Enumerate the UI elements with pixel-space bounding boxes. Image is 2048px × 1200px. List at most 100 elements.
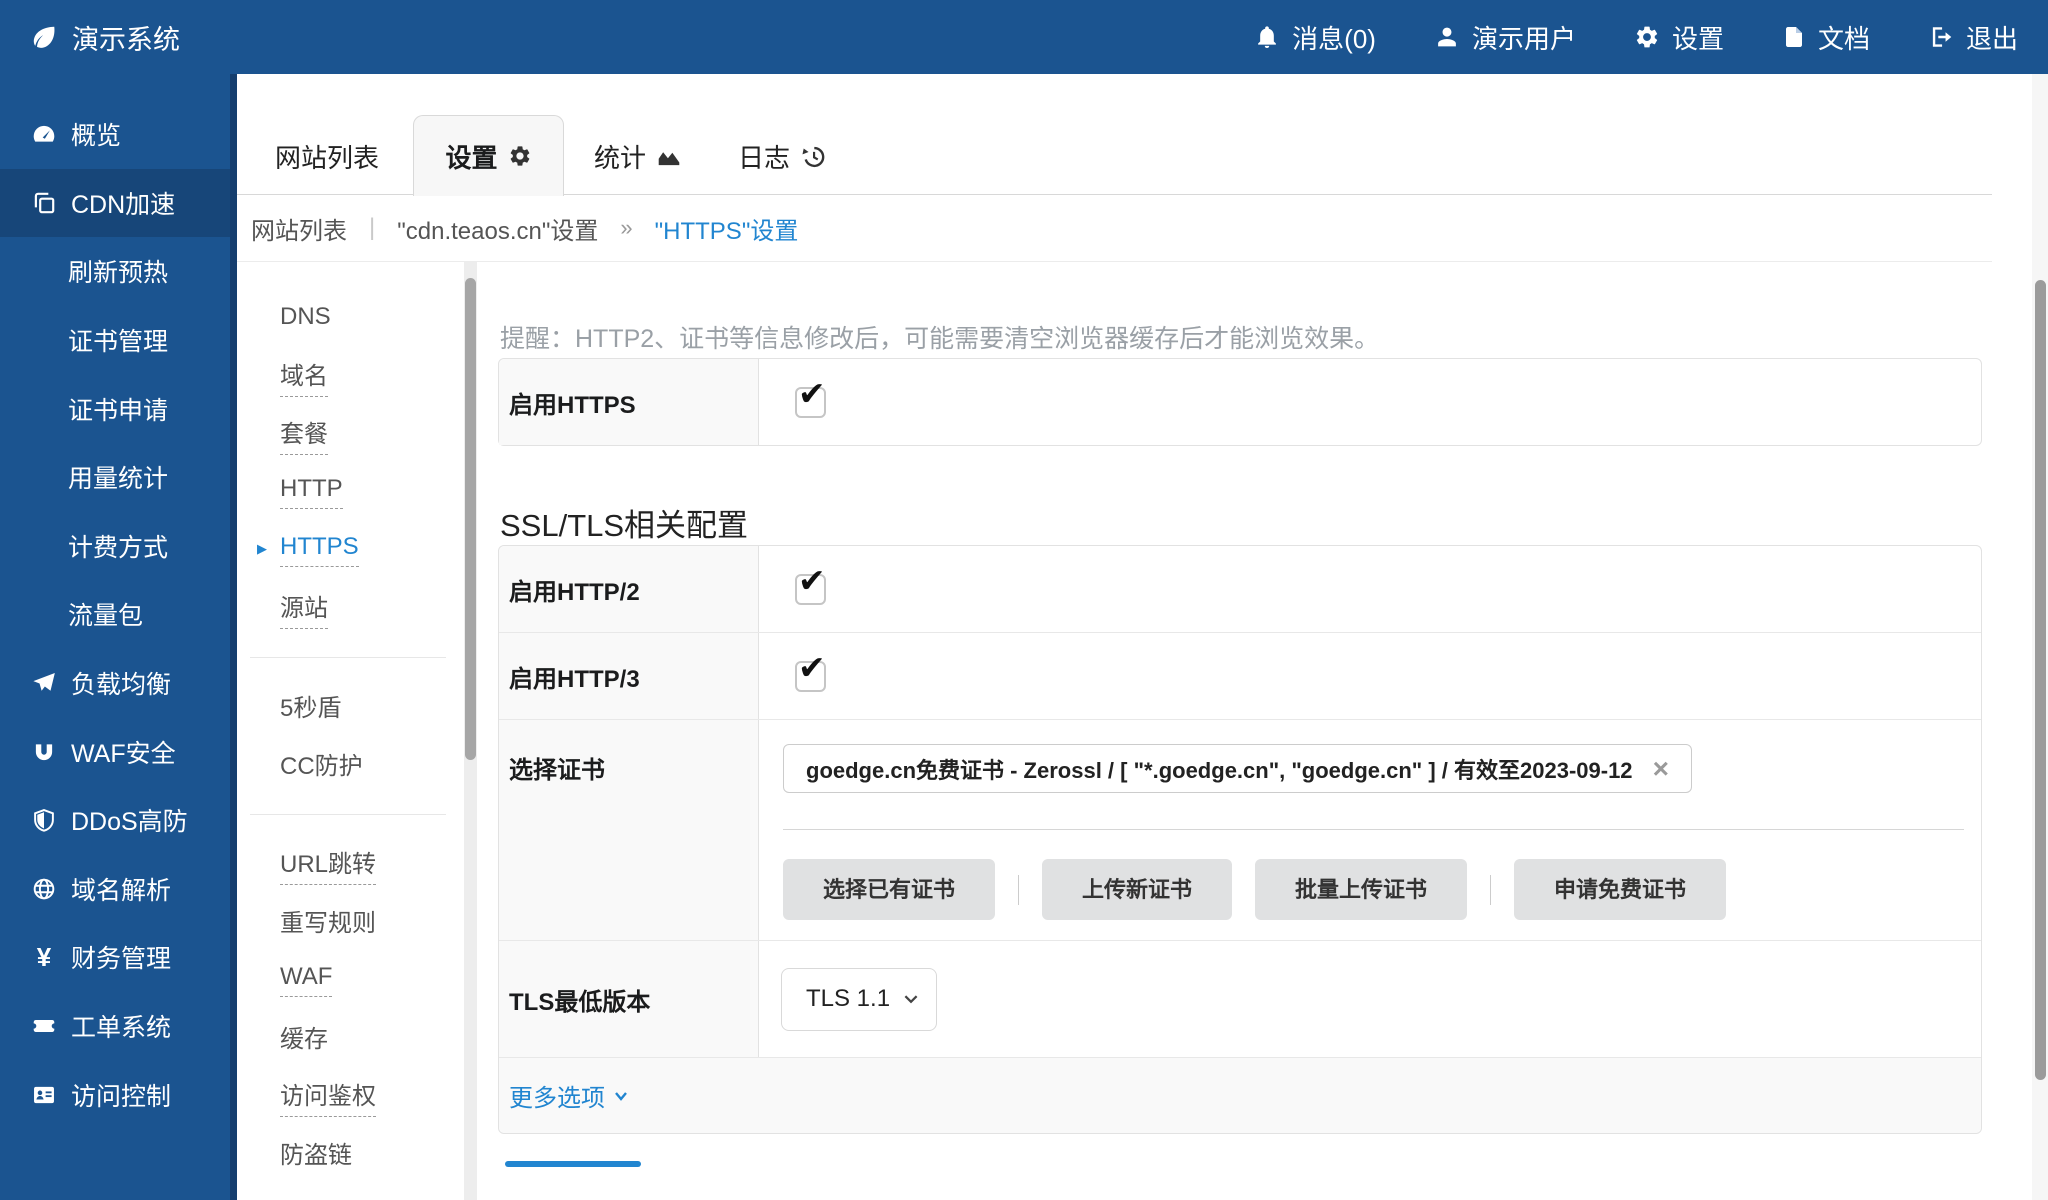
menu-item-label: 访问鉴权	[280, 1076, 376, 1117]
sidebar-item-label: 负载均衡	[71, 665, 171, 701]
form-row-more-options: 更多选项	[499, 1058, 1981, 1133]
menu-item-5s-shield[interactable]: 5秒盾	[237, 678, 463, 736]
brand-logo[interactable]: 演示系统	[0, 18, 180, 57]
form-row-tls-version: TLS最低版本 TLS 1.1	[499, 941, 1981, 1058]
form-row-enable-https: 启用HTTPS ✔	[499, 359, 1981, 445]
sidebar-item-cdn[interactable]: CDN加速	[0, 169, 230, 238]
menu-item-http[interactable]: HTTP	[237, 463, 463, 521]
gauge-icon	[30, 121, 58, 147]
menu-item-dns[interactable]: DNS	[237, 289, 463, 347]
sidebar-item-dns-resolve[interactable]: 域名解析	[0, 855, 230, 924]
nav-docs[interactable]: 文档	[1782, 19, 1870, 56]
menu-item-label: URL跳转	[280, 844, 376, 885]
enable-http2-checkbox[interactable]: ✔	[795, 574, 826, 605]
breadcrumb-divider	[237, 261, 1992, 262]
sidebar-nav: 概览 CDN加速 刷新预热 证书管理 证书申请 用量统计 计费方式 流量包 负载…	[0, 100, 230, 1129]
sidebar-item-load-balancer[interactable]: 负载均衡	[0, 649, 230, 718]
row-label: 选择证书	[499, 720, 759, 940]
nav-logout[interactable]: 退出	[1928, 19, 2018, 56]
menu-item-hotlink-protect[interactable]: 防盗链	[237, 1125, 463, 1183]
tab-settings[interactable]: 设置	[413, 115, 564, 196]
tab-stats[interactable]: 统计	[594, 138, 682, 175]
yen-icon: ¥	[30, 944, 58, 970]
sidebar: 概览 CDN加速 刷新预热 证书管理 证书申请 用量统计 计费方式 流量包 负载…	[0, 74, 237, 1200]
tab-logs[interactable]: 日志	[738, 138, 826, 175]
chevron-down-icon	[902, 990, 920, 1008]
menu-item-origin[interactable]: 源站	[237, 579, 463, 637]
sidebar-item-label: 流量包	[68, 596, 143, 632]
sidebar-item-label: 刷新预热	[68, 253, 168, 289]
menu-divider	[250, 657, 446, 658]
leaf-icon	[30, 23, 58, 51]
menu-scrollbar-thumb[interactable]	[465, 278, 476, 760]
sidebar-item-overview[interactable]: 概览	[0, 100, 230, 169]
active-caret-icon: ▶	[257, 542, 267, 557]
enable-http3-checkbox[interactable]: ✔	[795, 661, 826, 692]
menu-item-plan[interactable]: 套餐	[237, 405, 463, 463]
select-existing-cert-button[interactable]: 选择已有证书	[783, 859, 995, 920]
menu-item-url-redirect[interactable]: URL跳转	[237, 835, 463, 893]
tab-label: 统计	[594, 138, 646, 175]
menu-item-domain[interactable]: 域名	[237, 347, 463, 405]
sidebar-item-usage-stats[interactable]: 用量统计	[0, 443, 230, 512]
breadcrumb-site-settings[interactable]: "cdn.teaos.cn"设置	[397, 211, 598, 246]
notice-text: 提醒：HTTP2、证书等信息修改后，可能需要清空浏览器缓存后才能浏览效果。	[500, 319, 1379, 355]
tab-label: 日志	[738, 138, 790, 175]
sidebar-item-finance[interactable]: ¥ 财务管理	[0, 923, 230, 992]
menu-item-label: 套餐	[280, 414, 328, 455]
section-title-ssl: SSL/TLS相关配置	[500, 500, 748, 545]
user-icon	[1434, 24, 1460, 50]
breadcrumb-site-list[interactable]: 网站列表	[251, 211, 347, 246]
nav-user-label: 演示用户	[1472, 19, 1576, 56]
sidebar-item-access-control[interactable]: 访问控制	[0, 1060, 230, 1129]
menu-item-auth[interactable]: 访问鉴权	[237, 1067, 463, 1125]
request-free-cert-button[interactable]: 申请免费证书	[1514, 859, 1726, 920]
sidebar-item-ddos[interactable]: DDoS高防	[0, 786, 230, 855]
more-options-label: 更多选项	[509, 1078, 605, 1113]
tls-version-select[interactable]: TLS 1.1	[781, 968, 937, 1031]
chevron-down-icon	[613, 1088, 629, 1104]
button-divider	[1490, 875, 1491, 905]
sidebar-item-label: 用量统计	[68, 459, 168, 495]
breadcrumb: 网站列表 | "cdn.teaos.cn"设置 » "HTTPS"设置	[251, 195, 798, 261]
sidebar-item-tickets[interactable]: 工单系统	[0, 992, 230, 1061]
sidebar-item-cert-manage[interactable]: 证书管理	[0, 306, 230, 375]
upload-new-cert-button[interactable]: 上传新证书	[1042, 859, 1232, 920]
close-icon[interactable]: ×	[1653, 755, 1669, 783]
menu-item-https[interactable]: ▶ HTTPS	[237, 521, 463, 579]
tab-label: 网站列表	[275, 138, 379, 175]
save-button-top-edge[interactable]	[505, 1161, 641, 1167]
sidebar-item-waf[interactable]: WAF安全	[0, 717, 230, 786]
sidebar-item-label: 证书申请	[68, 391, 168, 427]
page-scrollbar-thumb[interactable]	[2035, 280, 2046, 1080]
certificate-divider	[783, 829, 1964, 830]
menu-item-cache[interactable]: 缓存	[237, 1009, 463, 1067]
menu-item-label: 缓存	[280, 1019, 328, 1057]
area-chart-icon	[656, 144, 682, 170]
breadcrumb-current[interactable]: "HTTPS"设置	[655, 211, 799, 246]
nav-messages-label: 消息(0)	[1292, 19, 1376, 56]
more-options-link[interactable]: 更多选项	[509, 1078, 629, 1113]
ticket-icon	[30, 1013, 58, 1039]
nav-messages[interactable]: 消息(0)	[1254, 19, 1376, 56]
menu-item-rewrite-rules[interactable]: 重写规则	[237, 893, 463, 951]
enable-https-checkbox[interactable]: ✔	[795, 387, 826, 418]
menu-item-cc-protect[interactable]: CC防护	[237, 736, 463, 794]
sidebar-item-billing-method[interactable]: 计费方式	[0, 512, 230, 581]
batch-upload-cert-button[interactable]: 批量上传证书	[1255, 859, 1467, 920]
gear-icon	[508, 144, 532, 168]
sidebar-item-traffic-package[interactable]: 流量包	[0, 580, 230, 649]
menu-item-label: 源站	[280, 588, 328, 629]
nav-settings[interactable]: 设置	[1634, 19, 1724, 56]
sidebar-item-cert-apply[interactable]: 证书申请	[0, 374, 230, 443]
menu-item-label: 重写规则	[280, 903, 376, 941]
sidebar-item-refresh-preheat[interactable]: 刷新预热	[0, 237, 230, 306]
tab-label: 设置	[445, 138, 497, 175]
menu-item-label: HTTP	[280, 475, 343, 509]
tab-website-list[interactable]: 网站列表	[275, 138, 379, 175]
menu-item-waf[interactable]: WAF	[237, 951, 463, 1009]
file-icon	[1782, 24, 1806, 50]
nav-user[interactable]: 演示用户	[1434, 19, 1576, 56]
tls-version-value: TLS 1.1	[806, 985, 890, 1013]
menu-item-label: HTTPS	[280, 533, 359, 567]
